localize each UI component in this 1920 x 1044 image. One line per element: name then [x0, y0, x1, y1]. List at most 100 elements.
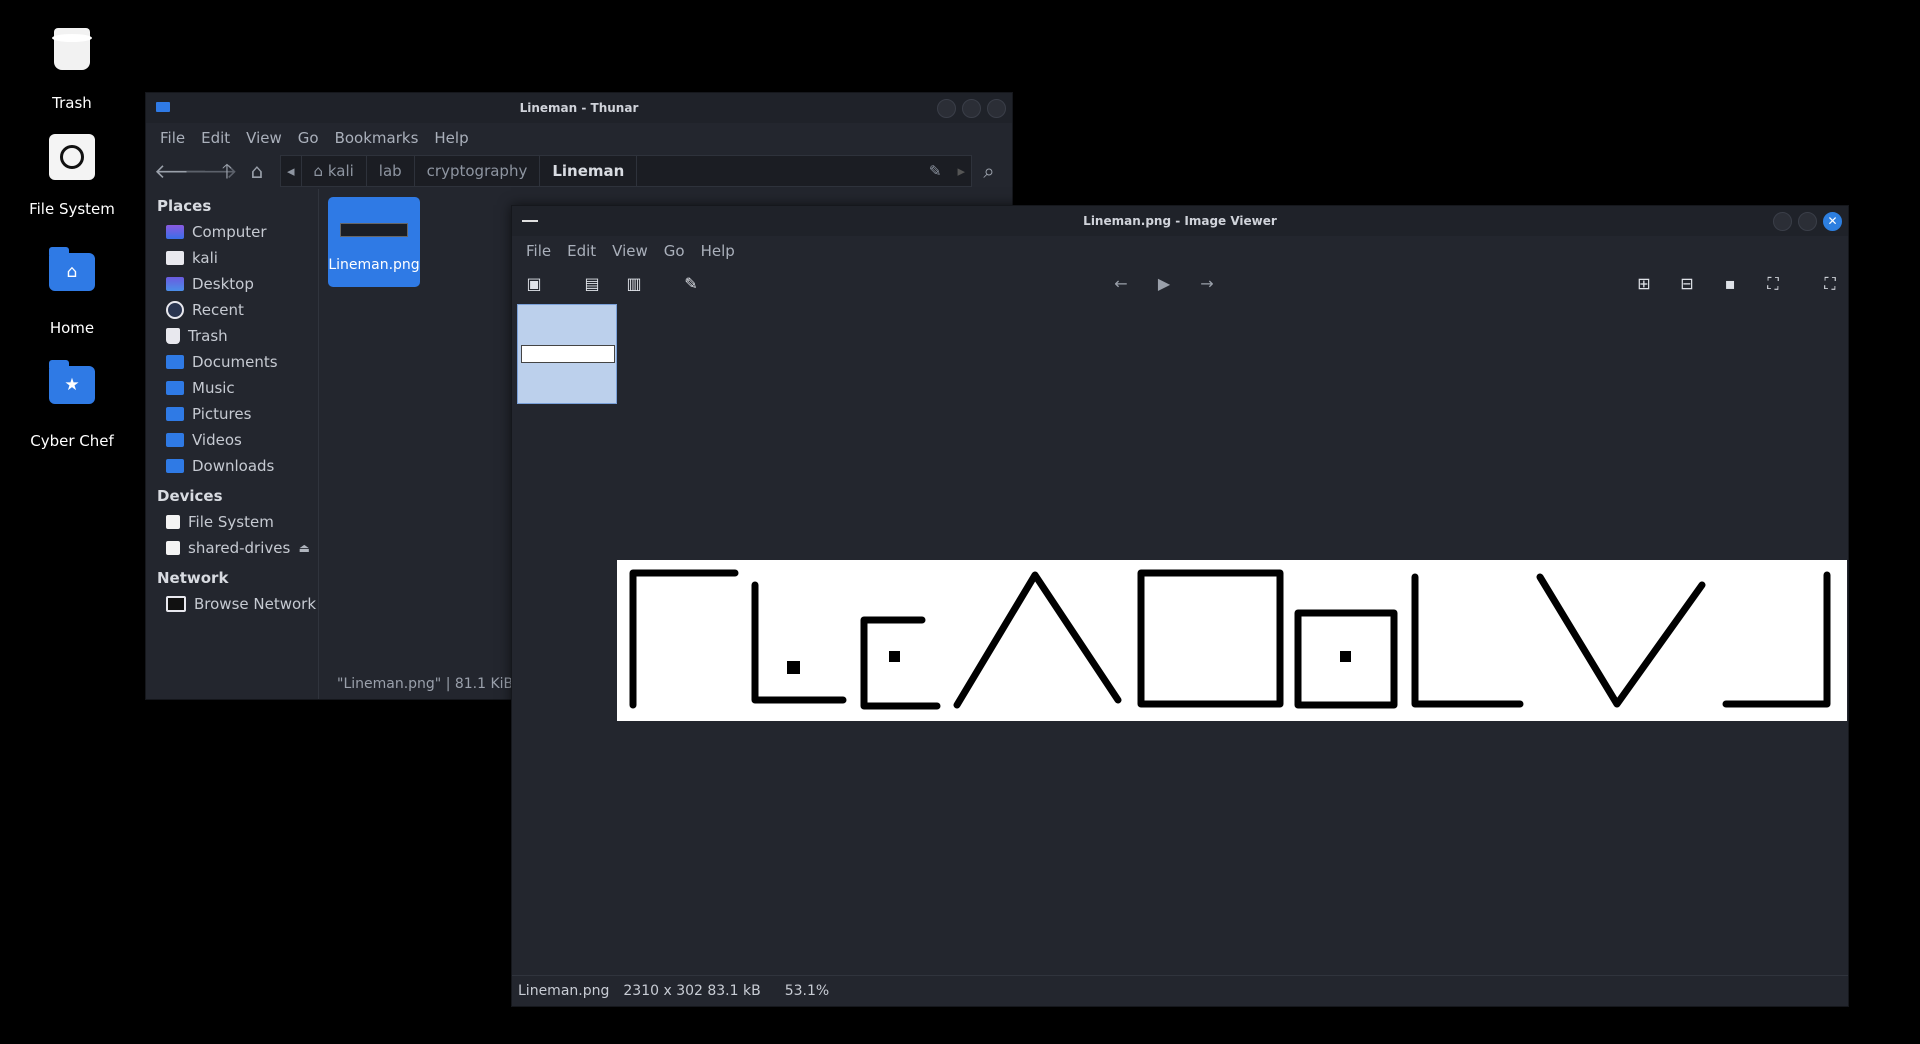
zoom-fit-icon[interactable]: ⛶	[1761, 272, 1785, 296]
home-icon[interactable]: ⌂	[244, 158, 270, 184]
network-drive-icon	[166, 541, 180, 555]
documents-folder-icon	[166, 355, 184, 369]
menu-go[interactable]: Go	[656, 242, 693, 260]
eject-icon[interactable]: ⏏	[299, 535, 310, 561]
fullscreen-icon[interactable]: ⛶	[1818, 272, 1842, 296]
image-thumbnail	[521, 345, 615, 363]
viewer-titlebar[interactable]: Lineman.png - Image Viewer ✕	[512, 206, 1848, 236]
edit-path-icon[interactable]: ✎	[919, 162, 952, 180]
back-icon[interactable]: 🡐	[154, 158, 208, 184]
up-icon[interactable]: 🡑	[214, 158, 240, 184]
menu-view[interactable]: View	[238, 129, 290, 147]
star-folder-icon: ★	[42, 360, 102, 426]
desktop-icon-home[interactable]: ⌂ Home	[12, 241, 132, 337]
desktop-icon	[166, 277, 184, 291]
save-icon[interactable]: ▤	[580, 272, 604, 296]
home-folder-icon: ⌂	[42, 247, 102, 313]
thunar-sidebar: Places Computer kali Desktop Recent Tras…	[146, 189, 319, 699]
status-bar: "Lineman.png" | 81.1 KiB (8	[337, 676, 532, 692]
path-segment-lineman[interactable]: Lineman	[540, 156, 638, 186]
sidebar-item-documents[interactable]: Documents	[146, 349, 318, 375]
close-button[interactable]: ✕	[1823, 212, 1842, 231]
menu-go[interactable]: Go	[290, 129, 327, 147]
menu-view[interactable]: View	[604, 242, 656, 260]
thunar-titlebar[interactable]: Lineman - Thunar	[146, 93, 1012, 123]
path-bar: ◂ ⌂ kali lab cryptography Lineman ✎ ▸	[280, 155, 972, 187]
path-segment-cryptography[interactable]: cryptography	[415, 156, 541, 186]
music-folder-icon	[166, 381, 184, 395]
home-folder-icon	[166, 251, 184, 265]
search-icon[interactable]: ⌕	[976, 158, 1002, 184]
thunar-menubar: File Edit View Go Bookmarks Help	[146, 123, 1012, 153]
window-title: Lineman.png - Image Viewer	[1083, 214, 1277, 228]
maximize-button[interactable]	[1798, 212, 1817, 231]
desktop-icon-cyber-chef[interactable]: ★ Cyber Chef	[12, 354, 132, 450]
file-name: Lineman.png	[328, 257, 420, 273]
minimize-button[interactable]	[1773, 212, 1792, 231]
desktop-icon-label: Cyber Chef	[30, 432, 114, 450]
path-segment-kali[interactable]: ⌂ kali	[302, 156, 367, 186]
delete-icon[interactable]: ▥	[622, 272, 646, 296]
sidebar-item-shared-drives[interactable]: shared-drives ⏏	[146, 535, 318, 561]
window-menu-icon[interactable]	[522, 220, 538, 222]
file-item[interactable]: Lineman.png	[328, 197, 420, 287]
sidebar-item-recent[interactable]: Recent	[146, 297, 318, 323]
thunar-toolbar: 🡐 🡒 🡑 ⌂ ◂ ⌂ kali lab cryptography Linema…	[146, 153, 1012, 189]
trash-icon	[42, 28, 102, 88]
sidebar-item-downloads[interactable]: Downloads	[146, 453, 318, 479]
sidebar-item-kali[interactable]: kali	[146, 245, 318, 271]
menu-file[interactable]: File	[152, 129, 193, 147]
close-button[interactable]	[987, 99, 1006, 118]
network-icon	[166, 596, 186, 612]
sidebar-item-trash[interactable]: Trash	[146, 323, 318, 349]
image-viewer-window: Lineman.png - Image Viewer ✕ File Edit V…	[511, 205, 1849, 1007]
displayed-image	[617, 560, 1847, 721]
sidebar-item-file-system[interactable]: File System	[146, 509, 318, 535]
desktop-icon-trash[interactable]: Trash	[12, 16, 132, 112]
minimize-button[interactable]	[937, 99, 956, 118]
devices-heading: Devices	[157, 487, 223, 505]
previous-icon[interactable]: ←	[1109, 272, 1133, 296]
forward-icon[interactable]: 🡒	[184, 158, 238, 184]
sidebar-item-browse-network[interactable]: Browse Network	[146, 591, 318, 617]
edit-icon[interactable]: ✎	[679, 272, 703, 296]
zoom-out-icon[interactable]: ⊟	[1675, 272, 1699, 296]
viewer-menubar: File Edit View Go Help	[512, 236, 1848, 266]
sidebar-item-music[interactable]: Music	[146, 375, 318, 401]
slideshow-play-icon[interactable]: ▶	[1152, 272, 1176, 296]
maximize-button[interactable]	[962, 99, 981, 118]
pictures-folder-icon	[166, 407, 184, 421]
path-scroll-left-icon[interactable]: ◂	[281, 156, 302, 186]
next-icon[interactable]: →	[1195, 272, 1219, 296]
menu-help[interactable]: Help	[426, 129, 476, 147]
menu-edit[interactable]: Edit	[559, 242, 604, 260]
menu-edit[interactable]: Edit	[193, 129, 238, 147]
menu-help[interactable]: Help	[693, 242, 743, 260]
path-segment-lab[interactable]: lab	[367, 156, 415, 186]
network-heading: Network	[157, 569, 229, 587]
drive-icon	[166, 515, 180, 529]
computer-icon	[166, 225, 184, 239]
desktop-icon-label: File System	[29, 200, 115, 218]
sidebar-item-computer[interactable]: Computer	[146, 219, 318, 245]
image-thumbnail	[340, 223, 408, 237]
zoom-100-icon[interactable]: ▪	[1718, 272, 1742, 296]
path-scroll-right-icon[interactable]: ▸	[951, 162, 971, 180]
downloads-folder-icon	[166, 459, 184, 473]
zoom-in-icon[interactable]: ⊞	[1632, 272, 1656, 296]
status-dimensions: 2310 x 302 83.1 kB	[623, 983, 761, 999]
desktop-icon-file-system[interactable]: File System	[12, 128, 132, 218]
menu-file[interactable]: File	[518, 242, 559, 260]
open-icon[interactable]: ▣	[522, 272, 546, 296]
viewer-status-bar: Lineman.png 2310 x 302 83.1 kB 53.1%	[512, 975, 1848, 1006]
pigpen-cipher-image	[629, 569, 1831, 710]
sidebar-item-desktop[interactable]: Desktop	[146, 271, 318, 297]
sidebar-item-pictures[interactable]: Pictures	[146, 401, 318, 427]
desktop-icon-label: Home	[49, 319, 95, 337]
menu-bookmarks[interactable]: Bookmarks	[327, 129, 427, 147]
thumbnail-item[interactable]	[517, 304, 617, 404]
status-file-name: Lineman.png	[518, 983, 610, 999]
folder-icon	[156, 102, 170, 112]
trash-icon	[166, 328, 180, 344]
sidebar-item-videos[interactable]: Videos	[146, 427, 318, 453]
